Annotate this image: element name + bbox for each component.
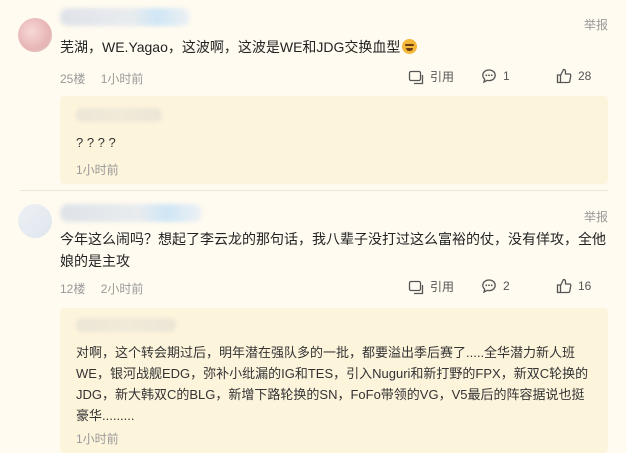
reply-item: 对啊，这个转会期过后，明年潜在强队多的一批，都要溢出季后赛了.....全华潜力新… (60, 308, 608, 453)
grin-emoji-icon (402, 39, 418, 54)
comment-text: 今年这么闹吗？想起了李云龙的那句话，我八辈子没打过这么富裕的仗，没有佯攻，全他娘… (60, 231, 606, 269)
report-link[interactable]: 举报 (584, 208, 608, 225)
reply-time: 1小时前 (76, 163, 119, 177)
thumbs-up-icon (556, 278, 572, 294)
quote-button[interactable]: 引用 (408, 278, 454, 295)
like-button[interactable]: 16 (556, 278, 591, 294)
comment-divider (20, 190, 608, 191)
reply-count: 2 (503, 279, 510, 293)
reply-button[interactable]: 1 (481, 68, 510, 84)
like-count: 28 (578, 69, 592, 83)
quote-icon (408, 280, 424, 294)
quote-label: 引用 (430, 280, 455, 294)
quote-label: 引用 (430, 70, 455, 84)
comment-text: 芜湖，WE.Yagao，这波啊，这波是WE和JDG交换血型 (60, 36, 608, 58)
quote-icon (408, 70, 424, 84)
comment-meta: 25楼 1小时前 (60, 70, 155, 87)
like-button[interactable]: 28 (556, 68, 591, 84)
comment-text-content: 芜湖，WE.Yagao，这波啊，这波是WE和JDG交换血型 (60, 39, 401, 55)
reply-count: 1 (503, 69, 510, 83)
reply-text: 对啊，这个转会期过后，明年潜在强队多的一批，都要溢出季后赛了.....全华潜力新… (76, 345, 589, 423)
comment-time: 1小时前 (100, 72, 144, 86)
thumbs-up-icon (556, 68, 572, 84)
username[interactable] (60, 204, 202, 222)
comment-bubble-icon (482, 279, 496, 294)
reply-time: 1小时前 (76, 432, 119, 446)
floor-number: 12楼 (60, 282, 86, 296)
comment-bubble-icon (482, 69, 496, 84)
floor-number: 25楼 (60, 72, 86, 86)
like-count: 16 (578, 279, 592, 293)
comment-meta: 12楼 2小时前 (60, 280, 155, 297)
reply-username[interactable] (76, 318, 176, 332)
avatar[interactable] (18, 204, 52, 238)
report-link[interactable]: 举报 (584, 16, 608, 33)
comment-time: 2小时前 (100, 282, 144, 296)
reply-item: ? ? ? ? 1小时前 (60, 96, 608, 184)
reply-text: ? ? ? ? (76, 135, 116, 150)
quote-button[interactable]: 引用 (408, 68, 454, 85)
reply-button[interactable]: 2 (481, 278, 510, 294)
reply-username[interactable] (76, 108, 162, 122)
avatar[interactable] (18, 18, 52, 52)
username[interactable] (60, 8, 190, 26)
